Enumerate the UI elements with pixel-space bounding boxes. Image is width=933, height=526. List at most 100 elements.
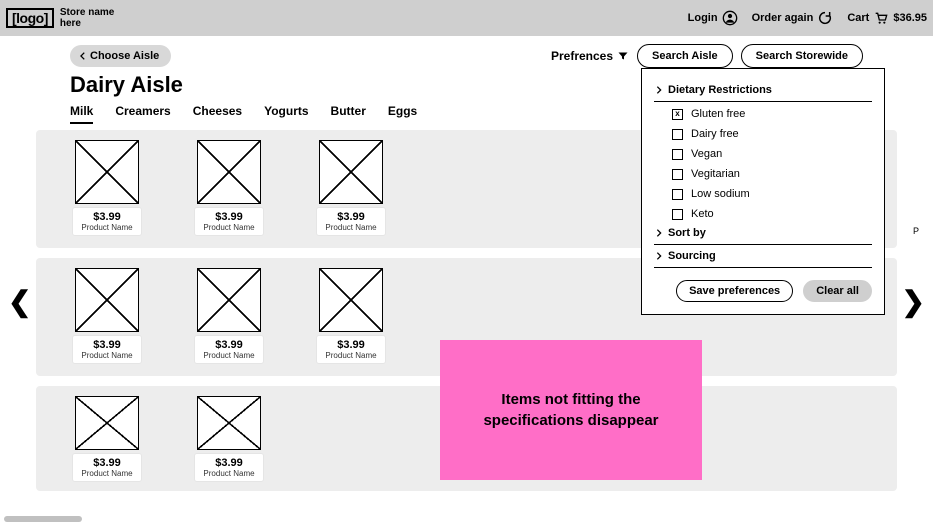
product-image-placeholder (197, 140, 261, 204)
product-image-placeholder (75, 268, 139, 332)
product-name: Product Name (81, 469, 132, 478)
product-name: Product Name (325, 223, 376, 232)
product-image-placeholder (197, 268, 261, 332)
product-card[interactable]: $3.99Product Name (314, 140, 388, 238)
checkbox[interactable] (672, 149, 683, 160)
product-info: $3.99Product Name (195, 336, 262, 363)
product-price: $3.99 (203, 339, 254, 351)
pref-option[interactable]: Vegitarian (672, 168, 872, 180)
pref-section-sourcing[interactable]: Sourcing (654, 245, 872, 268)
pref-dietary-label: Dietary Restrictions (668, 84, 772, 96)
chevron-left-icon (78, 51, 88, 61)
tab-butter[interactable]: Butter (331, 104, 366, 124)
product-info: $3.99Product Name (317, 208, 384, 235)
pref-section-sort[interactable]: Sort by (654, 222, 872, 245)
order-again-button[interactable]: Order again (752, 10, 834, 26)
cart-button[interactable]: Cart $36.95 (847, 10, 927, 26)
product-card[interactable]: $3.99Product Name (192, 268, 266, 366)
product-name: Product Name (81, 223, 132, 232)
choose-aisle-button[interactable]: Choose Aisle (70, 45, 171, 67)
horizontal-scrollbar[interactable] (4, 516, 82, 522)
login-button[interactable]: Login (688, 10, 738, 26)
preferences-toggle[interactable]: Prefrences (551, 49, 629, 63)
product-name: Product Name (203, 469, 254, 478)
logo: [logo] (6, 8, 54, 28)
store-name: Store name here (60, 7, 114, 29)
header-row: Choose Aisle Prefrences Search Aisle Sea… (0, 36, 933, 68)
chevron-right-icon (654, 85, 664, 95)
filter-icon (617, 50, 629, 62)
chevron-right-icon (654, 228, 664, 238)
checkbox[interactable] (672, 189, 683, 200)
pref-option-label: Low sodium (691, 188, 750, 200)
tab-eggs[interactable]: Eggs (388, 104, 417, 124)
product-card[interactable]: $3.99Product Name (70, 140, 144, 238)
product-image-placeholder (75, 396, 139, 450)
login-label: Login (688, 12, 718, 24)
product-info: $3.99Product Name (317, 336, 384, 363)
product-name: Product Name (203, 351, 254, 360)
product-card[interactable]: $3.99Product Name (314, 268, 388, 366)
product-image-placeholder (75, 140, 139, 204)
product-card[interactable]: $3.99Product Name (192, 396, 266, 481)
product-name: Product Name (203, 223, 254, 232)
chevron-right-icon (654, 251, 664, 261)
product-price: $3.99 (203, 457, 254, 469)
pref-option-label: Gluten free (691, 108, 745, 120)
product-card[interactable]: $3.99Product Name (192, 140, 266, 238)
tab-milk[interactable]: Milk (70, 104, 93, 124)
product-card[interactable]: $3.99Product Name (70, 268, 144, 366)
product-image-placeholder (319, 268, 383, 332)
refresh-icon (817, 10, 833, 26)
tab-yogurts[interactable]: Yogurts (264, 104, 308, 124)
pref-option[interactable]: Keto (672, 208, 872, 220)
pref-option-label: Vegitarian (691, 168, 740, 180)
product-price: $3.99 (81, 211, 132, 223)
checkbox[interactable] (672, 209, 683, 220)
pref-options: x Gluten free Dairy free Vegan Vegitarian Low… (654, 102, 872, 222)
product-info: $3.99Product Name (73, 208, 140, 235)
pref-option[interactable]: Vegan (672, 148, 872, 160)
peek-next-product: P (913, 226, 919, 236)
product-info: $3.99Product Name (73, 454, 140, 481)
preferences-label: Prefrences (551, 49, 613, 63)
product-price: $3.99 (325, 211, 376, 223)
pref-option-label: Dairy free (691, 128, 739, 140)
product-info: $3.99Product Name (195, 208, 262, 235)
tab-cheeses[interactable]: Cheeses (193, 104, 242, 124)
product-price: $3.99 (325, 339, 376, 351)
pref-option[interactable]: Dairy free (672, 128, 872, 140)
carousel-next-button[interactable]: ❯ (902, 285, 925, 318)
pref-option-label: Vegan (691, 148, 722, 160)
cart-total: $36.95 (893, 12, 927, 24)
tab-creamers[interactable]: Creamers (115, 104, 170, 124)
product-image-placeholder (197, 396, 261, 450)
save-preferences-button[interactable]: Save preferences (676, 280, 793, 302)
product-name: Product Name (81, 351, 132, 360)
carousel-prev-button[interactable]: ❮ (8, 285, 31, 318)
order-again-label: Order again (752, 12, 814, 24)
product-info: $3.99Product Name (73, 336, 140, 363)
product-price: $3.99 (81, 339, 132, 351)
pref-sort-label: Sort by (668, 227, 706, 239)
search-storewide-button[interactable]: Search Storewide (741, 44, 863, 68)
choose-aisle-label: Choose Aisle (90, 50, 159, 62)
clear-all-button[interactable]: Clear all (803, 280, 872, 302)
pref-option-label: Keto (691, 208, 714, 220)
pref-option[interactable]: x Gluten free (672, 108, 872, 120)
checkbox[interactable] (672, 129, 683, 140)
user-icon (722, 10, 738, 26)
preferences-panel: Dietary Restrictions x Gluten free Dairy f… (641, 68, 885, 315)
pref-sourcing-label: Sourcing (668, 250, 716, 262)
product-info: $3.99Product Name (195, 454, 262, 481)
annotation-note: Items not fitting the specifications dis… (440, 340, 702, 480)
search-aisle-button[interactable]: Search Aisle (637, 44, 733, 68)
product-price: $3.99 (203, 211, 254, 223)
checkbox[interactable] (672, 169, 683, 180)
pref-section-dietary[interactable]: Dietary Restrictions (654, 79, 872, 102)
product-card[interactable]: $3.99Product Name (70, 396, 144, 481)
pref-option[interactable]: Low sodium (672, 188, 872, 200)
product-name: Product Name (325, 351, 376, 360)
cart-icon (873, 10, 889, 26)
checkbox[interactable]: x (672, 109, 683, 120)
